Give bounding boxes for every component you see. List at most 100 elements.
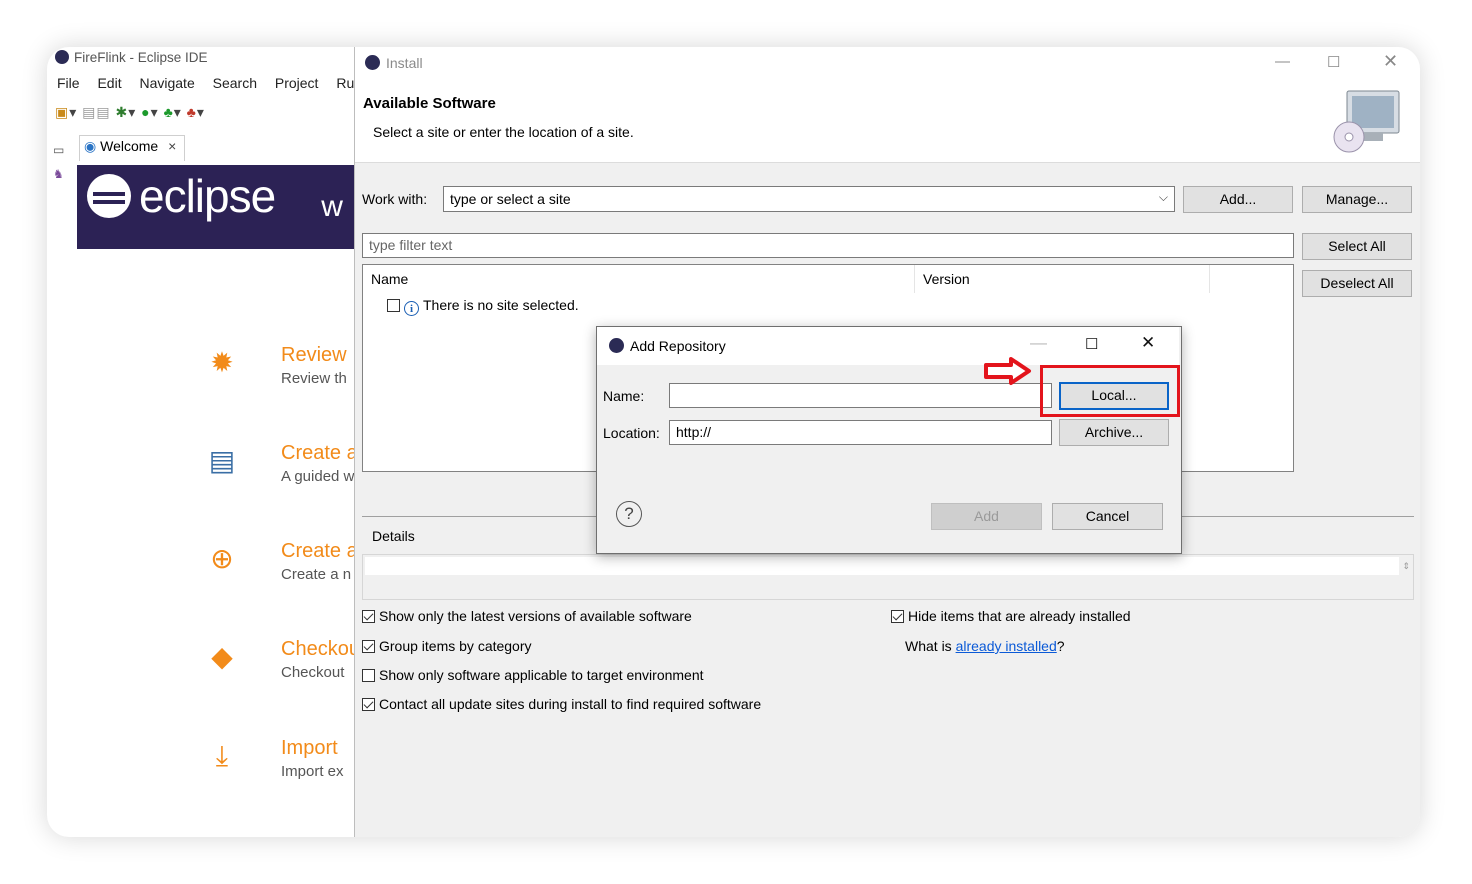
checkbox[interactable]: [362, 610, 375, 623]
checkbox[interactable]: [362, 669, 375, 682]
ide-toolbar: ▣▾ ▤▤ ✱▾ ●▾ ♣▾ ♣▾: [55, 104, 205, 121]
no-site-text: There is no site selected.: [423, 297, 579, 313]
menu-project[interactable]: Project: [275, 75, 319, 91]
welcome-item-desc: Import ex: [281, 763, 344, 780]
tree-row[interactable]: i There is no site selected.: [387, 297, 579, 316]
scroll-arrows-icon[interactable]: ⇕: [1402, 561, 1410, 572]
checkbox[interactable]: [362, 640, 375, 653]
select-all-button[interactable]: Select All: [1302, 233, 1412, 260]
eclipse-logo: eclipse w: [87, 169, 343, 224]
eclipse-icon: [365, 55, 380, 70]
column-name[interactable]: Name: [371, 271, 408, 287]
option-label: Group items by category: [379, 638, 532, 654]
gear-icon: ✹: [210, 347, 234, 378]
add-repository-dialog: Add Repository — ☐ ✕ Name: Local... Loca…: [596, 326, 1182, 554]
page-title: Available Software: [363, 95, 496, 112]
option-contact-update-sites[interactable]: Contact all update sites during install …: [362, 696, 761, 712]
question-mark: ?: [1056, 638, 1065, 654]
add-button-disabled[interactable]: Add: [931, 503, 1042, 530]
tree-row-checkbox[interactable]: [387, 299, 400, 312]
tab-welcome-label: Welcome: [100, 138, 159, 154]
ide-side-icons: ▭ ♞: [53, 143, 64, 181]
screenshot-card: FireFlink - Eclipse IDE File Edit Naviga…: [47, 47, 1420, 837]
minimize-icon[interactable]: —: [1030, 333, 1047, 353]
minimize-icon[interactable]: —: [1275, 53, 1290, 70]
column-version[interactable]: Version: [923, 271, 970, 287]
welcome-item-title: Review: [281, 344, 347, 366]
install-title-bar: Install: [365, 55, 423, 71]
close-icon[interactable]: ×: [168, 138, 176, 154]
location-label: Location:: [603, 425, 660, 441]
dialog-title: Add Repository: [630, 338, 726, 354]
install-header: Install — ☐ ✕ Available Software Select …: [355, 47, 1420, 163]
column-divider: [914, 265, 915, 293]
maximize-icon[interactable]: ☐: [1327, 53, 1340, 71]
debug-icon[interactable]: ✱: [116, 104, 129, 120]
manage-button[interactable]: Manage...: [1302, 186, 1412, 213]
name-field[interactable]: [669, 383, 1052, 408]
option-label: Contact all update sites during install …: [379, 696, 762, 712]
git-icon: ◆: [211, 641, 233, 672]
eclipse-icon: [55, 50, 69, 64]
ide-menubar: File Edit Navigate Search Project Ru: [57, 75, 368, 91]
chevron-down-icon[interactable]: ⌵: [1159, 190, 1168, 205]
option-latest-versions[interactable]: Show only the latest versions of availab…: [362, 608, 692, 624]
menu-navigate[interactable]: Navigate: [139, 75, 194, 91]
restore-view-icon[interactable]: ▭: [53, 143, 64, 157]
install-software-icon: [1333, 90, 1400, 153]
dropdown-icon[interactable]: ▾: [69, 104, 77, 120]
new-icon[interactable]: ▣: [55, 104, 69, 120]
already-installed-link[interactable]: already installed: [956, 638, 1057, 654]
work-with-combo[interactable]: type or select a site ⌵: [443, 186, 1175, 212]
eclipse-logo-text: eclipse: [139, 170, 276, 222]
welcome-item-desc: Review th: [281, 370, 347, 387]
menu-run[interactable]: Ru: [336, 75, 354, 91]
add-repository-title: Add Repository: [609, 338, 726, 354]
filter-input[interactable]: type filter text: [362, 233, 1294, 258]
column-divider: [1209, 265, 1210, 293]
checkbox[interactable]: [362, 698, 375, 711]
plus-circle-icon: ⊕: [210, 543, 234, 574]
welcome-item-title: Create a: [281, 540, 358, 562]
dropdown-icon[interactable]: ▾: [197, 104, 205, 120]
external-tools-icon[interactable]: ♣: [164, 104, 174, 120]
location-field[interactable]: http://: [669, 420, 1052, 445]
highlight-frame: [1040, 365, 1180, 417]
option-group-by-category[interactable]: Group items by category: [362, 638, 532, 654]
menu-edit[interactable]: Edit: [97, 75, 121, 91]
tab-welcome[interactable]: ◉ Welcome ×: [79, 135, 186, 161]
option-hide-installed[interactable]: Hide items that are already installed: [891, 608, 1131, 624]
add-site-button[interactable]: Add...: [1183, 186, 1293, 213]
help-icon[interactable]: ?: [616, 501, 642, 527]
download-icon: ⤓: [215, 740, 229, 771]
what-is-installed: What is already installed?: [905, 638, 1065, 654]
save-all-icon[interactable]: ▤: [96, 104, 110, 120]
close-icon[interactable]: ✕: [1141, 333, 1155, 353]
welcome-item-desc: Checkout: [281, 664, 345, 681]
option-label: Show only the latest versions of availab…: [379, 608, 692, 624]
stop-tools-icon[interactable]: ♣: [187, 104, 197, 120]
what-is-text: What is: [905, 638, 956, 654]
page-subtitle: Select a site or enter the location of a…: [373, 124, 634, 140]
package-explorer-icon[interactable]: ♞: [53, 167, 64, 181]
tutorial-icon: ▤: [208, 445, 236, 476]
details-text: [365, 557, 1399, 575]
close-icon[interactable]: ✕: [1383, 51, 1398, 72]
save-icon[interactable]: ▤: [82, 104, 96, 120]
details-area[interactable]: ⇕: [362, 554, 1414, 600]
run-icon[interactable]: ●: [141, 104, 150, 120]
ide-title-bar: FireFlink - Eclipse IDE: [55, 50, 208, 65]
dropdown-icon[interactable]: ▾: [151, 104, 159, 120]
details-label: Details: [372, 528, 415, 544]
option-target-environment[interactable]: Show only software applicable to target …: [362, 667, 704, 683]
checkbox[interactable]: [891, 610, 904, 623]
archive-button[interactable]: Archive...: [1059, 419, 1169, 446]
maximize-icon[interactable]: ☐: [1085, 335, 1098, 353]
menu-search[interactable]: Search: [213, 75, 257, 91]
dropdown-icon[interactable]: ▾: [174, 104, 182, 120]
option-label: Hide items that are already installed: [908, 608, 1131, 624]
cancel-button[interactable]: Cancel: [1052, 503, 1163, 530]
dropdown-icon[interactable]: ▾: [128, 104, 136, 120]
deselect-all-button[interactable]: Deselect All: [1302, 270, 1412, 297]
menu-file[interactable]: File: [57, 75, 80, 91]
